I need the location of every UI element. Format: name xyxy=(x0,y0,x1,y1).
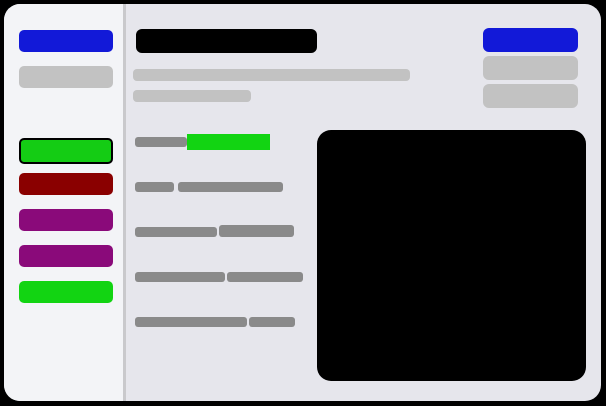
primary-action-button[interactable] xyxy=(483,28,578,52)
app-window xyxy=(4,4,601,401)
preview-panel xyxy=(317,130,586,381)
detail-label xyxy=(135,182,174,192)
sidebar-item-purple-2[interactable] xyxy=(19,245,113,267)
sidebar-item-secondary[interactable] xyxy=(19,66,113,88)
sidebar-item-primary[interactable] xyxy=(19,30,113,52)
sidebar xyxy=(4,4,126,401)
page-meta xyxy=(133,90,251,102)
detail-value xyxy=(249,317,295,327)
sidebar-item-purple-1[interactable] xyxy=(19,209,113,231)
page-subtitle xyxy=(133,69,410,81)
secondary-action-button[interactable] xyxy=(483,56,578,80)
detail-label xyxy=(135,227,217,237)
sidebar-item-success[interactable] xyxy=(19,281,113,303)
tertiary-action-button[interactable] xyxy=(483,84,578,108)
sidebar-item-active[interactable] xyxy=(19,138,113,164)
detail-label xyxy=(135,317,247,327)
page-title xyxy=(136,29,317,53)
detail-value xyxy=(178,182,283,192)
detail-value xyxy=(219,225,294,237)
detail-label xyxy=(135,137,187,147)
detail-label xyxy=(135,272,225,282)
sidebar-item-danger[interactable] xyxy=(19,173,113,195)
detail-value xyxy=(227,272,303,282)
status-badge xyxy=(187,134,270,150)
